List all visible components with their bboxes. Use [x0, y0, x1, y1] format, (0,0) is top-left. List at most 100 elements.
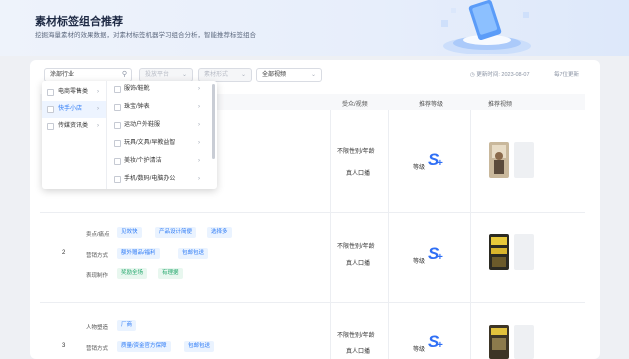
checkbox[interactable]	[47, 106, 54, 113]
audience-cell: 不限性别/年龄	[337, 244, 375, 250]
tag: 有理据	[158, 268, 183, 279]
video-filter-select[interactable]: 全部视频 ⌄	[256, 68, 322, 82]
chevron-right-icon: ›	[198, 158, 200, 164]
cascader-option[interactable]: 美妆/个护清洁 ›	[108, 153, 211, 170]
chevron-right-icon: ›	[198, 140, 200, 146]
label-key: 营销方式	[86, 253, 109, 259]
chevron-down-icon: ⌄	[240, 72, 246, 78]
tag: 质量/资金官方保障	[117, 341, 171, 352]
chevron-right-icon: ›	[198, 86, 200, 92]
cascader-option-label: 电商零售类	[58, 89, 89, 95]
label-key: 表现制作	[86, 273, 109, 279]
video-thumbnail[interactable]	[489, 234, 509, 270]
video-thumbnail-placeholder[interactable]	[514, 325, 534, 359]
cascader-option[interactable]: 服饰/鞋靴 ›	[108, 81, 211, 98]
grade-plus: +	[437, 340, 443, 351]
grade-plus: +	[437, 252, 443, 263]
row-divider	[40, 212, 585, 213]
checkbox[interactable]	[114, 104, 121, 111]
hero-illustration	[441, 0, 531, 54]
update-time-text: 更新时间: 2023-08-07	[476, 72, 530, 78]
grade-plus: +	[437, 158, 443, 169]
clock-icon: ◷	[470, 72, 475, 78]
tag: 厂商	[117, 320, 137, 331]
platform-filter-select[interactable]: 投放平台 ⌄	[139, 68, 193, 82]
update-time: ◷ 更新时间: 2023-08-07	[470, 70, 530, 78]
chevron-right-icon: ›	[97, 106, 99, 112]
video-type-cell: 真人口播	[346, 171, 371, 177]
page-header: 素材标签组合推荐 挖掘海量素材的效果数据，对素材标签机器学习组合分析，智能推荐标…	[0, 0, 629, 56]
dropdown-scrollbar[interactable]	[212, 84, 215, 159]
checkbox[interactable]	[114, 176, 121, 183]
column-divider	[388, 110, 389, 359]
tag: 包邮包送	[178, 248, 209, 259]
checkbox[interactable]	[47, 89, 54, 96]
cascader-option-label: 运动户外鞋服	[124, 122, 161, 128]
chevron-right-icon: ›	[97, 123, 99, 129]
column-header-audience: 受众/视频	[342, 102, 368, 108]
row-index: 3	[62, 343, 66, 349]
page-title: 素材标签组合推荐	[35, 16, 123, 28]
cascader-option-label: 手机/数码/电脑办公	[124, 176, 176, 182]
video-thumbnail[interactable]	[489, 142, 509, 178]
row-divider	[40, 302, 585, 303]
cascader-option-label: 珠宝/钟表	[124, 104, 150, 110]
cascader-option[interactable]: 电商零售类 ›	[42, 84, 106, 101]
tag: 产品设计简便	[155, 227, 197, 238]
video-thumbnail-placeholder[interactable]	[514, 142, 534, 178]
chevron-down-icon: ⌄	[181, 72, 187, 78]
industry-cascader-dropdown: 电商零售类 › 快手小店 › 传媒资讯类 › 服饰/鞋靴 › 珠宝/钟表 › 运…	[42, 81, 217, 189]
update-frequency: 每7位更新	[554, 72, 580, 78]
format-filter-select[interactable]: 素材形式 ⌄	[198, 68, 252, 82]
video-thumbnail-placeholder[interactable]	[514, 234, 534, 270]
industry-filter-input[interactable]: 涂部行业 ⚲	[44, 68, 132, 82]
label-key: 人物塑造	[86, 325, 109, 331]
tag: 见效快	[117, 227, 142, 238]
cascader-option-label: 玩具/文具/早教益智	[124, 140, 176, 146]
cascader-option-label: 传媒资讯类	[58, 123, 89, 129]
cascader-level2: 服饰/鞋靴 › 珠宝/钟表 › 运动户外鞋服 › 玩具/文具/早教益智 › 美妆…	[108, 81, 211, 189]
chevron-right-icon: ›	[198, 104, 200, 110]
column-header-video: 推荐视频	[488, 102, 513, 108]
video-thumbnail[interactable]	[489, 325, 509, 359]
page-subtitle: 挖掘海量素材的效果数据，对素材标签机器学习组合分析，智能推荐标签组合	[35, 32, 256, 39]
checkbox[interactable]	[114, 140, 121, 147]
checkbox[interactable]	[114, 86, 121, 93]
cascader-option-label: 服饰/鞋靴	[124, 86, 150, 92]
platform-filter-placeholder: 投放平台	[145, 72, 170, 78]
grade-label: 等级	[413, 259, 426, 265]
tag: 选择多	[207, 227, 232, 238]
video-type-cell: 真人口播	[346, 261, 371, 267]
audience-cell: 不限性别/年龄	[337, 149, 375, 155]
cascader-option[interactable]: 传媒资讯类 ›	[42, 118, 106, 135]
cascader-option[interactable]: 手机/数码/电脑办公 ›	[108, 171, 211, 188]
format-filter-placeholder: 素材形式	[204, 72, 229, 78]
tag: 额外赠品/福利	[117, 248, 160, 259]
audience-cell: 不限性别/年龄	[337, 333, 375, 339]
tag: 包邮包送	[184, 341, 215, 352]
industry-filter-value: 涂部行业	[50, 72, 75, 78]
video-filter-value: 全部视频	[262, 72, 287, 78]
video-type-cell: 真人口播	[346, 349, 371, 355]
cascader-option[interactable]: 快手小店 ›	[42, 101, 106, 118]
cascader-option[interactable]: 运动户外鞋服 ›	[108, 117, 211, 134]
cascader-option-label: 美妆/个护清洁	[124, 158, 162, 164]
chevron-right-icon: ›	[198, 122, 200, 128]
checkbox[interactable]	[47, 123, 54, 130]
cascader-option[interactable]: 玩具/文具/早教益智 ›	[108, 135, 211, 152]
label-key: 卖点/痛点	[86, 232, 110, 238]
cascader-option-label: 快手小店	[58, 106, 83, 112]
cascader-option[interactable]: 珠宝/钟表 ›	[108, 99, 211, 116]
grade-label: 等级	[413, 347, 426, 353]
search-icon: ⚲	[121, 71, 127, 78]
row-index: 2	[62, 250, 66, 256]
checkbox[interactable]	[114, 158, 121, 165]
cascader-level1: 电商零售类 › 快手小店 › 传媒资讯类 ›	[42, 81, 107, 189]
column-divider	[470, 110, 471, 359]
chevron-right-icon: ›	[97, 89, 99, 95]
chevron-right-icon: ›	[198, 176, 200, 182]
column-divider	[330, 110, 331, 359]
checkbox[interactable]	[114, 122, 121, 129]
label-key: 营销方式	[86, 346, 109, 352]
grade-label: 等级	[413, 165, 426, 171]
